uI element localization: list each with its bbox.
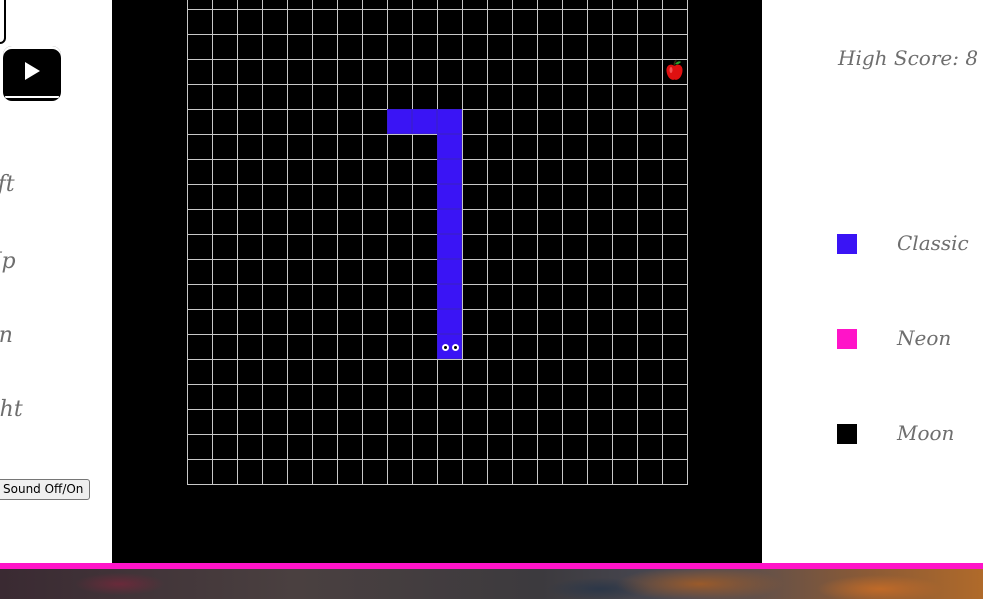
theme-label-neon[interactable]: Neon [897,326,951,350]
theme-label-classic[interactable]: Classic [897,231,969,255]
snake-segment [437,134,462,159]
snake-game-page: Left Up Down Right Sound Off/On High Sco… [0,0,983,599]
snake-segment [437,234,462,259]
snake-head [437,334,462,359]
snake-segment [387,109,412,134]
game-board[interactable] [187,0,688,485]
theme-swatch-neon[interactable] [837,329,857,349]
game-area [112,0,762,563]
right-control[interactable]: Right [0,397,23,422]
down-control[interactable]: Down [0,323,13,348]
snake-segment [437,159,462,184]
apple-icon [662,59,687,84]
snake-segment [437,284,462,309]
play-icon [25,62,40,80]
snake-eye [452,344,459,351]
up-control[interactable]: Up [0,249,16,274]
snake-segment [412,109,437,134]
controls-panel: Left Up Down Right Sound Off/On [0,0,112,563]
partial-button-frame [0,0,6,44]
sound-toggle-button[interactable]: Sound Off/On [0,479,91,500]
snake-segment [437,109,462,134]
snake-eye [442,344,449,351]
theme-swatch-moon[interactable] [837,424,857,444]
snake-segment [437,209,462,234]
info-panel: High Score: 8 Classic Neon Moon [762,0,983,563]
snake-segment [437,259,462,284]
high-score-display: High Score: 8 [838,46,979,70]
snake-segment [437,309,462,334]
play-button[interactable] [3,46,61,98]
theme-swatch-classic[interactable] [837,234,857,254]
background-image-strip [0,569,983,599]
snake-segment [437,184,462,209]
theme-label-moon[interactable]: Moon [897,421,954,445]
left-control[interactable]: Left [0,172,15,197]
